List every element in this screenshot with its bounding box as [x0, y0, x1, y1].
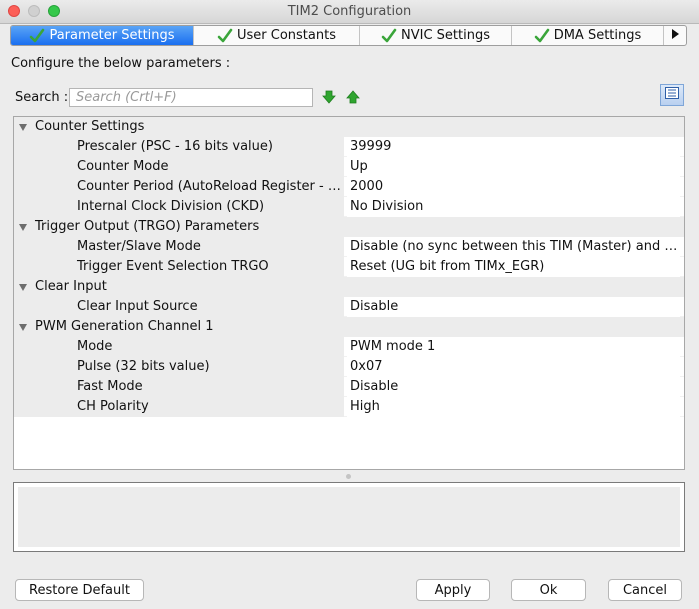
search-label: Search :	[15, 90, 69, 105]
tab-label: NVIC Settings	[401, 28, 490, 43]
parameter-tree: Counter Settings Prescaler (PSC - 16 bit…	[13, 116, 685, 470]
group-name: PWM Generation Channel 1	[35, 319, 214, 334]
param-row-fast-mode[interactable]: Fast Mode Disable	[14, 377, 684, 397]
collapse-triangle-icon[interactable]	[19, 224, 27, 231]
param-name: Internal Clock Division (CKD)	[14, 197, 344, 217]
param-name: Fast Mode	[14, 377, 344, 397]
arrow-down-icon	[322, 90, 336, 108]
group-trigger-output[interactable]: Trigger Output (TRGO) Parameters	[14, 217, 684, 237]
search-next-button[interactable]	[322, 90, 336, 104]
collapse-triangle-icon[interactable]	[19, 124, 27, 131]
arrow-up-icon	[346, 90, 360, 108]
param-name: CH Polarity	[14, 397, 344, 417]
triangle-right-icon	[670, 28, 680, 43]
configure-label: Configure the below parameters :	[11, 56, 231, 71]
check-icon	[534, 28, 550, 44]
group-pwm-channel-1[interactable]: PWM Generation Channel 1	[14, 317, 684, 337]
cancel-button[interactable]: Cancel	[608, 579, 682, 601]
group-counter-settings[interactable]: Counter Settings	[14, 117, 684, 137]
param-row-master-slave-mode[interactable]: Master/Slave Mode Disable (no sync betwe…	[14, 237, 684, 257]
tab-label: DMA Settings	[553, 28, 642, 43]
param-value[interactable]: 39999	[347, 137, 680, 157]
param-row-counter-mode[interactable]: Counter Mode Up	[14, 157, 684, 177]
param-name: Trigger Event Selection TRGO	[14, 257, 344, 277]
list-view-icon	[665, 87, 679, 103]
group-clear-input[interactable]: Clear Input	[14, 277, 684, 297]
search-previous-button[interactable]	[346, 90, 360, 104]
param-name: Counter Mode	[14, 157, 344, 177]
window-title: TIM2 Configuration	[287, 4, 412, 19]
param-name: Counter Period (AutoReload Register - 32…	[14, 177, 344, 197]
param-value[interactable]: PWM mode 1	[347, 337, 680, 357]
param-value[interactable]: Reset (UG bit from TIMx_EGR)	[347, 257, 680, 277]
param-name: Prescaler (PSC - 16 bits value)	[14, 137, 344, 157]
param-value[interactable]: High	[347, 397, 680, 417]
ok-button[interactable]: Ok	[511, 579, 586, 601]
restore-default-button[interactable]: Restore Default	[15, 579, 144, 601]
param-value[interactable]: Disable (no sync between this TIM (Maste…	[347, 237, 680, 257]
param-value[interactable]: 2000	[347, 177, 680, 197]
splitter-handle[interactable]	[346, 474, 351, 479]
param-value[interactable]: Up	[347, 157, 680, 177]
check-icon	[29, 28, 45, 44]
title-bar: TIM2 Configuration	[0, 0, 699, 24]
param-row-prescaler[interactable]: Prescaler (PSC - 16 bits value) 39999	[14, 137, 684, 157]
tab-parameter-settings[interactable]: Parameter Settings	[11, 26, 194, 45]
param-value[interactable]: No Division	[347, 197, 680, 217]
search-input[interactable]	[69, 88, 313, 107]
param-name: Pulse (32 bits value)	[14, 357, 344, 377]
apply-button[interactable]: Apply	[416, 579, 490, 601]
tab-nvic-settings[interactable]: NVIC Settings	[360, 26, 512, 45]
param-row-ch-polarity[interactable]: CH Polarity High	[14, 397, 684, 417]
param-row-clock-division[interactable]: Internal Clock Division (CKD) No Divisio…	[14, 197, 684, 217]
description-panel	[13, 482, 685, 552]
tab-dma-settings[interactable]: DMA Settings	[512, 26, 664, 45]
param-value[interactable]: Disable	[347, 297, 680, 317]
list-view-toggle-button[interactable]	[660, 84, 684, 106]
tab-user-constants[interactable]: User Constants	[194, 26, 360, 45]
group-name: Counter Settings	[35, 119, 145, 134]
param-value[interactable]: 0x07	[347, 357, 680, 377]
description-content	[18, 487, 680, 547]
collapse-triangle-icon[interactable]	[19, 284, 27, 291]
check-icon	[381, 28, 397, 44]
param-row-counter-period[interactable]: Counter Period (AutoReload Register - 32…	[14, 177, 684, 197]
tabs-scroll-right-button[interactable]	[664, 26, 686, 45]
param-name: Mode	[14, 337, 344, 357]
param-row-pulse[interactable]: Pulse (32 bits value) 0x07	[14, 357, 684, 377]
param-row-trigger-event[interactable]: Trigger Event Selection TRGO Reset (UG b…	[14, 257, 684, 277]
tab-label: Parameter Settings	[49, 28, 175, 43]
group-name: Trigger Output (TRGO) Parameters	[35, 219, 260, 234]
tab-bar: Parameter Settings User Constants NVIC S…	[10, 25, 687, 46]
param-name: Master/Slave Mode	[14, 237, 344, 257]
param-name: Clear Input Source	[14, 297, 344, 317]
check-icon	[217, 28, 233, 44]
collapse-triangle-icon[interactable]	[19, 324, 27, 331]
group-name: Clear Input	[35, 279, 107, 294]
param-row-mode[interactable]: Mode PWM mode 1	[14, 337, 684, 357]
tab-label: User Constants	[237, 28, 336, 43]
param-row-clear-input-source[interactable]: Clear Input Source Disable	[14, 297, 684, 317]
param-value[interactable]: Disable	[347, 377, 680, 397]
